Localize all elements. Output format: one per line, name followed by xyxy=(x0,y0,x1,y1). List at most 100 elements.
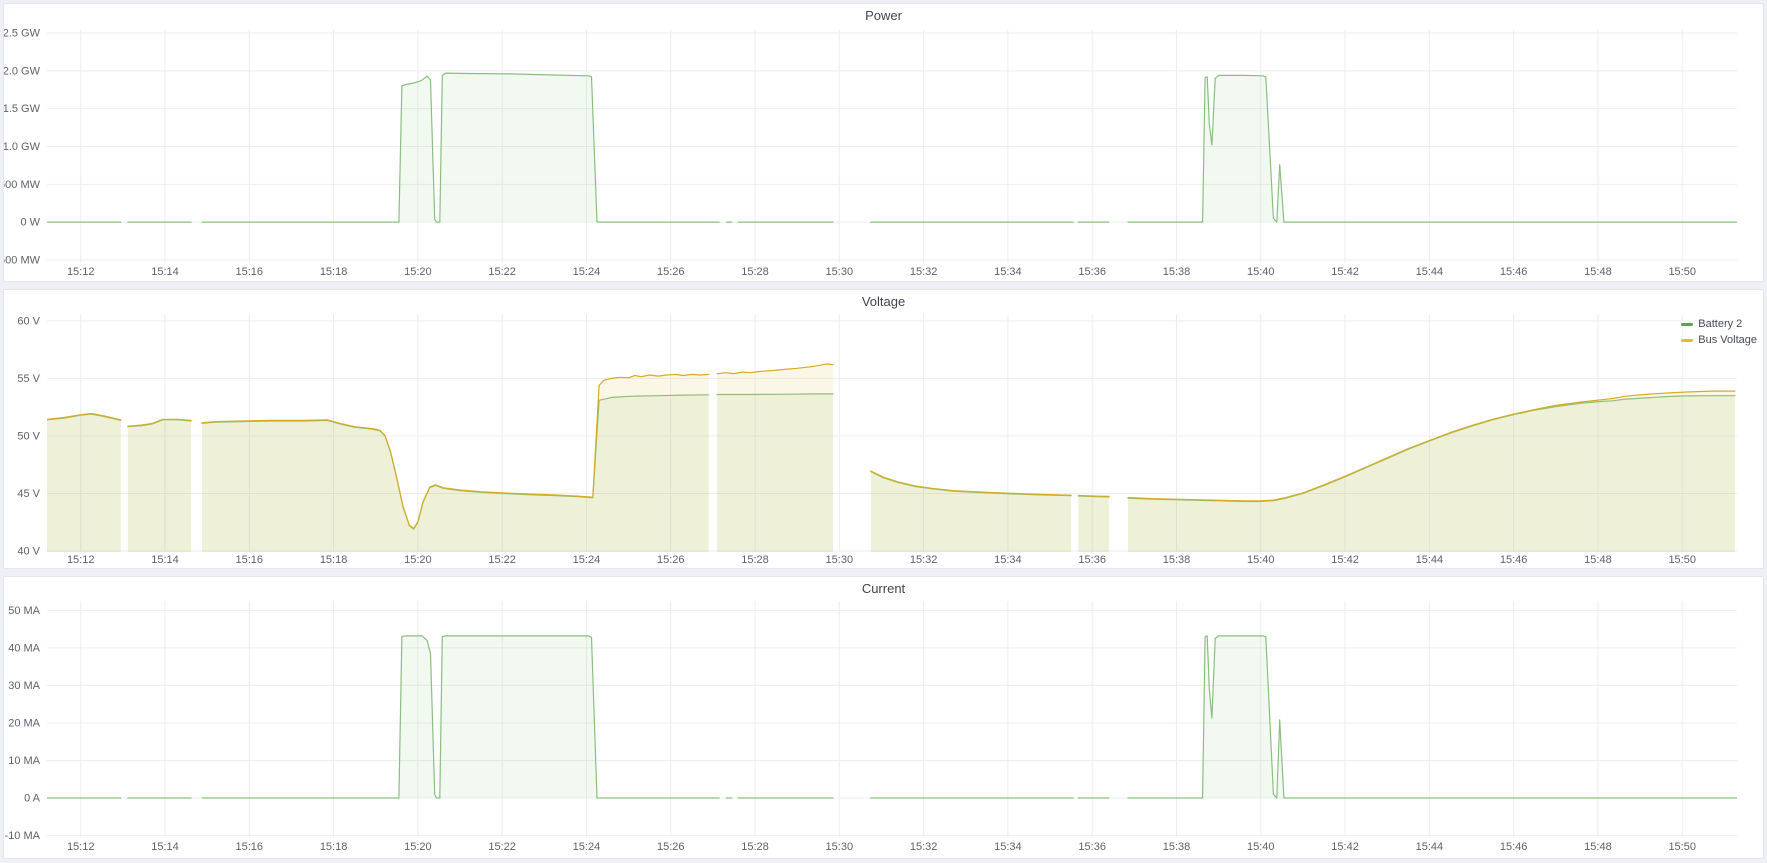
x-tick-label: 15:20 xyxy=(404,841,432,853)
y-tick-label: 1.5 GW xyxy=(4,103,41,115)
y-tick-label: 55 V xyxy=(17,373,40,385)
x-tick-label: 15:14 xyxy=(151,266,179,278)
current-chart[interactable]: 50 MA 40 MA 30 MA 20 MA 10 MA 0 A -10 MA 15:12 1… xyxy=(4,599,1763,859)
panel-title-current[interactable]: Current xyxy=(862,581,905,596)
bus-voltage-series-color-icon xyxy=(1681,339,1693,342)
x-tick-label: 15:48 xyxy=(1584,266,1612,278)
power-chart[interactable]: 2.5 GW 2.0 GW 1.5 GW 1.0 GW 500 MW 0 W -500 MW… xyxy=(4,26,1763,282)
x-tick-label: 15:44 xyxy=(1416,841,1444,853)
dashboard: Power 2.5 GW 2.0 GW 1.5 GW 1.0 GW 500 MW 0 W -… xyxy=(0,0,1767,863)
x-tick-label: 15:14 xyxy=(151,841,179,853)
y-tick-label: 2.5 GW xyxy=(4,28,41,40)
panel-title-power[interactable]: Power xyxy=(865,8,902,23)
series-area-bus-voltage xyxy=(1128,391,1735,552)
x-tick-label: 15:28 xyxy=(741,266,769,278)
x-tick-label: 15:48 xyxy=(1584,554,1612,566)
x-tick-label: 15:34 xyxy=(994,841,1022,853)
y-tick-label: 10 MA xyxy=(8,755,40,767)
x-tick-label: 15:20 xyxy=(404,266,432,278)
x-tick-label: 15:22 xyxy=(488,554,516,566)
y-tick-label: 30 MA xyxy=(8,680,40,692)
series-line-bus-voltage xyxy=(1078,496,1109,497)
x-tick-label: 15:38 xyxy=(1163,266,1191,278)
x-tick-label: 15:46 xyxy=(1500,841,1528,853)
x-tick-label: 15:40 xyxy=(1247,266,1275,278)
x-tick-label: 15:30 xyxy=(826,266,854,278)
y-tick-label: 45 V xyxy=(17,488,40,500)
y-tick-label: 20 MA xyxy=(8,717,40,729)
x-tick-label: 15:34 xyxy=(994,554,1022,566)
legend-item-bus-voltage[interactable]: Bus Voltage xyxy=(1681,334,1757,347)
y-tick-label: 50 MA xyxy=(8,605,40,617)
x-tick-label: 15:34 xyxy=(994,266,1022,278)
y-tick-label: 2.0 GW xyxy=(4,65,41,77)
legend-item-battery-2[interactable]: Battery 2 xyxy=(1681,318,1757,331)
y-tick-label: 40 V xyxy=(17,545,40,557)
x-tick-label: 15:24 xyxy=(573,266,601,278)
x-tick-label: 15:22 xyxy=(488,841,516,853)
voltage-plot-svg[interactable]: 60 V 55 V 50 V 45 V 40 V 15:12 15:14 15:16 15:18… xyxy=(4,312,1763,569)
series-area-bus-voltage xyxy=(47,414,121,553)
current-plot-svg[interactable]: 50 MA 40 MA 30 MA 20 MA 10 MA 0 A -10 MA 15:12 1… xyxy=(4,599,1763,859)
panel-header-power: Power xyxy=(4,4,1763,26)
x-tick-label: 15:36 xyxy=(1078,554,1106,566)
y-tick-label: 0 W xyxy=(20,217,40,229)
y-tick-label: 60 V xyxy=(17,315,40,327)
x-tick-label: 15:16 xyxy=(236,841,264,853)
x-tick-label: 15:30 xyxy=(826,554,854,566)
x-tick-label: 15:42 xyxy=(1331,554,1359,566)
y-tick-label: 50 V xyxy=(17,430,40,442)
y-tick-label: -10 MA xyxy=(5,830,41,842)
x-tick-label: 15:50 xyxy=(1668,266,1696,278)
x-tick-label: 15:24 xyxy=(573,841,601,853)
x-tick-label: 15:42 xyxy=(1331,841,1359,853)
x-tick-label: 15:46 xyxy=(1500,554,1528,566)
legend-label-bus-voltage: Bus Voltage xyxy=(1698,334,1757,347)
x-tick-label: 15:22 xyxy=(488,266,516,278)
panel-current: Current 50 MA 40 MA 30 MA 20 MA 10 MA 0 A -10 … xyxy=(3,576,1764,859)
x-tick-label: 15:36 xyxy=(1078,841,1106,853)
series-area-current xyxy=(202,636,719,798)
x-tick-label: 15:32 xyxy=(910,841,938,853)
y-tick-label: 40 MA xyxy=(8,642,40,654)
x-tick-label: 15:12 xyxy=(67,266,95,278)
y-tick-label: -500 MW xyxy=(4,254,41,266)
x-tick-label: 15:18 xyxy=(320,554,348,566)
x-tick-label: 15:32 xyxy=(910,266,938,278)
legend-label-battery-2: Battery 2 xyxy=(1698,318,1742,331)
x-tick-label: 15:40 xyxy=(1247,554,1275,566)
x-tick-label: 15:42 xyxy=(1331,266,1359,278)
x-tick-label: 15:28 xyxy=(741,841,769,853)
x-tick-label: 15:18 xyxy=(320,266,348,278)
x-tick-label: 15:26 xyxy=(657,841,685,853)
x-tick-label: 15:40 xyxy=(1247,841,1275,853)
x-tick-label: 15:24 xyxy=(573,554,601,566)
panel-voltage: Voltage 60 V 55 V 50 V 45 V 40 V 15:12 15:14 15… xyxy=(3,289,1764,569)
x-tick-label: 15:14 xyxy=(151,554,179,566)
series-area-bus-voltage xyxy=(128,419,191,552)
x-tick-label: 15:50 xyxy=(1668,841,1696,853)
series-area-power xyxy=(1128,75,1737,222)
series-area-bus-voltage xyxy=(1078,496,1109,553)
x-tick-label: 15:38 xyxy=(1163,554,1191,566)
x-tick-label: 15:36 xyxy=(1078,266,1106,278)
x-tick-label: 15:16 xyxy=(236,266,264,278)
series-area-bus-voltage xyxy=(202,374,709,552)
panel-title-voltage[interactable]: Voltage xyxy=(862,294,905,309)
x-tick-label: 15:26 xyxy=(657,266,685,278)
x-tick-label: 15:12 xyxy=(67,554,95,566)
x-tick-label: 15:48 xyxy=(1584,841,1612,853)
x-tick-label: 15:12 xyxy=(67,841,95,853)
voltage-chart[interactable]: 60 V 55 V 50 V 45 V 40 V 15:12 15:14 15:16 15:18… xyxy=(4,312,1763,569)
power-plot-svg[interactable]: 2.5 GW 2.0 GW 1.5 GW 1.0 GW 500 MW 0 W -500 MW… xyxy=(4,26,1763,282)
x-tick-label: 15:44 xyxy=(1416,266,1444,278)
panel-header-current: Current xyxy=(4,577,1763,599)
x-tick-label: 15:30 xyxy=(826,841,854,853)
x-tick-label: 15:26 xyxy=(657,554,685,566)
series-area-bus-voltage xyxy=(717,364,833,552)
y-tick-label: 500 MW xyxy=(4,179,41,191)
y-tick-label: 1.0 GW xyxy=(4,141,41,153)
x-tick-label: 15:16 xyxy=(236,554,264,566)
x-tick-label: 15:38 xyxy=(1163,841,1191,853)
y-tick-label: 0 A xyxy=(24,792,41,804)
